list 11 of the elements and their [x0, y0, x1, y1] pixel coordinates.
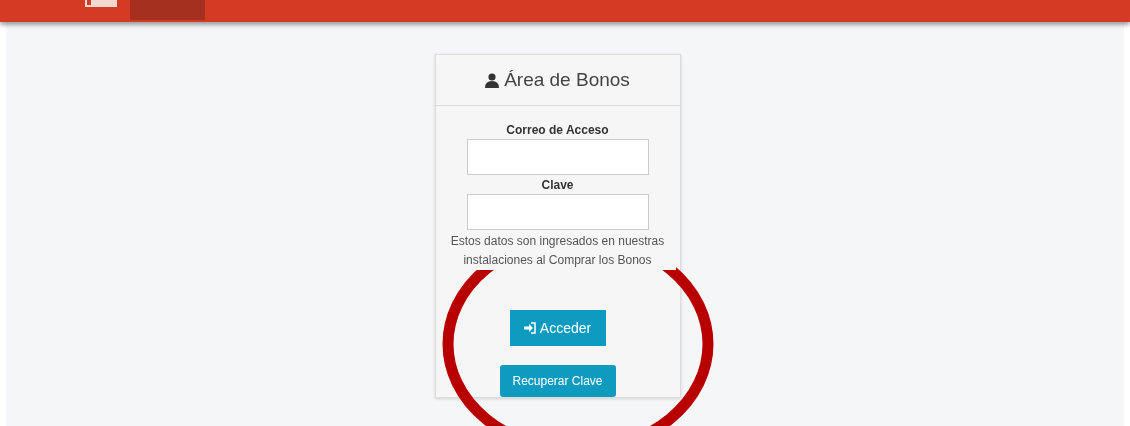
login-button[interactable]: Acceder — [509, 310, 606, 346]
user-icon — [485, 72, 500, 88]
input-field[interactable] — [466, 194, 649, 230]
sign-in-icon — [523, 322, 536, 334]
input-field[interactable] — [466, 139, 649, 175]
card-title: Área de Bonos — [504, 67, 630, 92]
recover-password-button[interactable]: Recuperar Clave — [499, 365, 616, 397]
field-label: Clave — [541, 177, 574, 194]
logo-icon[interactable] — [85, 0, 117, 9]
nav-tab[interactable] — [130, 0, 205, 20]
field-label: Correo de Acceso — [506, 122, 609, 139]
